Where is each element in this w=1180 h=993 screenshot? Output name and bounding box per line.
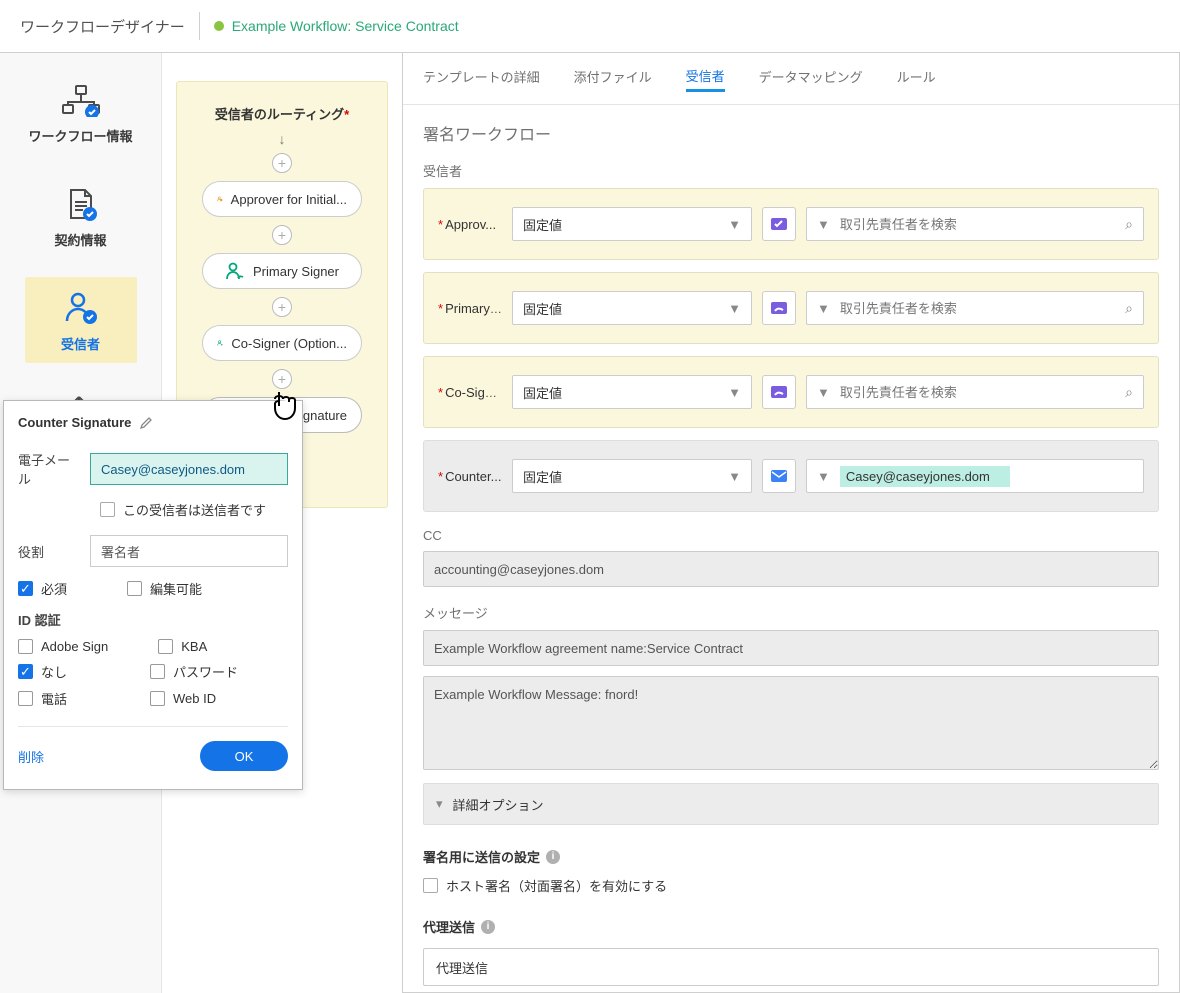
role-field[interactable] — [90, 535, 288, 567]
email-label: 電子メール — [18, 450, 80, 488]
value-type-dropdown[interactable]: 固定値▼ — [512, 375, 752, 409]
info-icon: i — [481, 920, 495, 934]
search-input[interactable] — [840, 385, 1115, 400]
tab-template-details[interactable]: テンプレートの詳細 — [423, 67, 540, 90]
status-dot-icon — [214, 21, 224, 31]
contact-search[interactable]: ▼⌕ — [806, 291, 1144, 325]
recipients-title: 受信者 — [423, 161, 1159, 180]
host-sign-checkbox-row[interactable]: ホスト署名（対面署名）を有効にする — [423, 876, 1159, 895]
tab-data-mapping[interactable]: データマッピング — [759, 67, 863, 90]
recipient-label: *Approv... — [438, 217, 502, 232]
recipient-label: *Counter... — [438, 469, 502, 484]
recipient-editor-popup: Counter Signature 電子メール この受信者は送信者です 役割 ✓… — [3, 400, 303, 790]
contact-search[interactable]: ▼Casey@caseyjones.dom — [806, 459, 1144, 493]
checkbox-label: ホスト署名（対面署名）を有効にする — [446, 876, 667, 895]
cc-input[interactable] — [423, 551, 1159, 587]
cc-title: CC — [423, 528, 1159, 543]
recipient-row-counter: *Counter... 固定値▼ ▼Casey@caseyjones.dom — [423, 440, 1159, 512]
routing-node-primary[interactable]: Primary Signer — [202, 253, 362, 289]
chevron-down-icon: ▾ — [436, 796, 443, 812]
recipient-row-primary: *Primary ... 固定値▼ ▼⌕ — [423, 272, 1159, 344]
edit-icon[interactable] — [139, 416, 153, 430]
recipient-row-approver: *Approv... 固定値▼ ▼⌕ — [423, 188, 1159, 260]
canvas-title: 受信者のルーティング* — [189, 104, 375, 123]
email-field[interactable] — [90, 453, 288, 485]
add-node-button[interactable]: + — [272, 225, 292, 245]
info-icon: i — [546, 850, 560, 864]
add-node-button[interactable]: + — [272, 297, 292, 317]
counter-email: Casey@caseyjones.dom — [840, 466, 1010, 487]
search-icon: ⌕ — [1125, 300, 1133, 317]
tab-attachments[interactable]: 添付ファイル — [574, 67, 652, 90]
search-icon: ⌕ — [1125, 384, 1133, 401]
id-auth-header: ID 認証 — [18, 610, 288, 629]
routing-node-approver[interactable]: Approver for Initial... — [202, 181, 362, 217]
arrow-down-icon: ↓ — [189, 131, 375, 147]
auth-adobe-sign[interactable]: Adobe Sign — [18, 639, 108, 654]
tab-rules[interactable]: ルール — [897, 67, 936, 90]
search-icon: ⌕ — [1125, 216, 1133, 233]
value-type-dropdown[interactable]: 固定値▼ — [512, 459, 752, 493]
auth-kba[interactable]: KBA — [158, 639, 207, 654]
recipient-label: *Co-Sign... — [438, 385, 502, 400]
search-input[interactable] — [840, 217, 1115, 232]
right-panel: テンプレートの詳細 添付ファイル 受信者 データマッピング ルール 署名ワークフ… — [402, 53, 1180, 993]
recipient-row-cosigner: *Co-Sign... 固定値▼ ▼⌕ — [423, 356, 1159, 428]
contact-search[interactable]: ▼⌕ — [806, 207, 1144, 241]
workflow-name: Example Workflow: Service Contract — [232, 18, 459, 34]
role-label: 役割 — [18, 542, 80, 561]
sender-checkbox-label: この受信者は送信者です — [123, 500, 266, 519]
value-type-dropdown[interactable]: 固定値▼ — [512, 207, 752, 241]
proxy-send-input[interactable]: 代理送信 — [423, 948, 1159, 986]
delete-link[interactable]: 削除 — [18, 747, 44, 766]
tabs: テンプレートの詳細 添付ファイル 受信者 データマッピング ルール — [403, 53, 1179, 105]
sender-checkbox[interactable] — [100, 502, 115, 517]
add-node-button[interactable]: + — [272, 153, 292, 173]
routing-node-cosigner[interactable]: Co-Signer (Option... — [202, 325, 362, 361]
add-node-button[interactable]: + — [272, 369, 292, 389]
popup-title: Counter Signature — [18, 415, 288, 430]
sidebar-item-label: ワークフロー情報 — [25, 126, 137, 145]
subject-input[interactable] — [423, 630, 1159, 666]
sidebar-item-workflow-info[interactable]: ワークフロー情報 — [25, 71, 137, 155]
recipient-label: *Primary ... — [438, 301, 502, 316]
sidebar-item-contract-info[interactable]: 契約情報 — [25, 173, 137, 259]
node-label: Primary Signer — [253, 264, 339, 279]
required-checkbox[interactable]: ✓必須 — [18, 579, 67, 598]
send-settings-header: 署名用に送信の設定i — [423, 847, 1159, 866]
accordion-label: 詳細オプション — [453, 795, 544, 814]
node-label: Approver for Initial... — [231, 192, 347, 207]
auth-phone[interactable]: 電話 — [18, 689, 67, 708]
sidebar-item-label: 受信者 — [25, 334, 137, 353]
message-title: メッセージ — [423, 603, 1159, 622]
separator — [199, 12, 200, 40]
value-type-dropdown[interactable]: 固定値▼ — [512, 291, 752, 325]
tab-recipients[interactable]: 受信者 — [686, 66, 725, 92]
auth-password[interactable]: パスワード — [150, 662, 238, 681]
sidebar-item-recipients[interactable]: 受信者 — [25, 277, 137, 363]
auth-webid[interactable]: Web ID — [150, 689, 216, 708]
checkbox[interactable] — [423, 878, 438, 893]
editable-checkbox[interactable]: 編集可能 — [127, 579, 202, 598]
proxy-send-header: 代理送信i — [423, 917, 1159, 936]
ok-button[interactable]: OK — [200, 741, 288, 771]
auth-none[interactable]: ✓なし — [18, 662, 67, 681]
advanced-options-accordion[interactable]: ▾ 詳細オプション — [423, 783, 1159, 825]
role-icon[interactable] — [762, 459, 796, 493]
sidebar-item-label: 契約情報 — [25, 230, 137, 249]
role-icon[interactable] — [762, 207, 796, 241]
search-input[interactable] — [840, 301, 1115, 316]
role-icon[interactable] — [762, 291, 796, 325]
contact-search[interactable]: ▼⌕ — [806, 375, 1144, 409]
section-title: 署名ワークフロー — [423, 121, 1159, 145]
message-body-input[interactable] — [423, 676, 1159, 770]
page-title: ワークフローデザイナー — [20, 16, 185, 37]
topbar: ワークフローデザイナー Example Workflow: Service Co… — [0, 0, 1180, 53]
node-label: Co-Signer (Option... — [231, 336, 347, 351]
role-icon[interactable] — [762, 375, 796, 409]
